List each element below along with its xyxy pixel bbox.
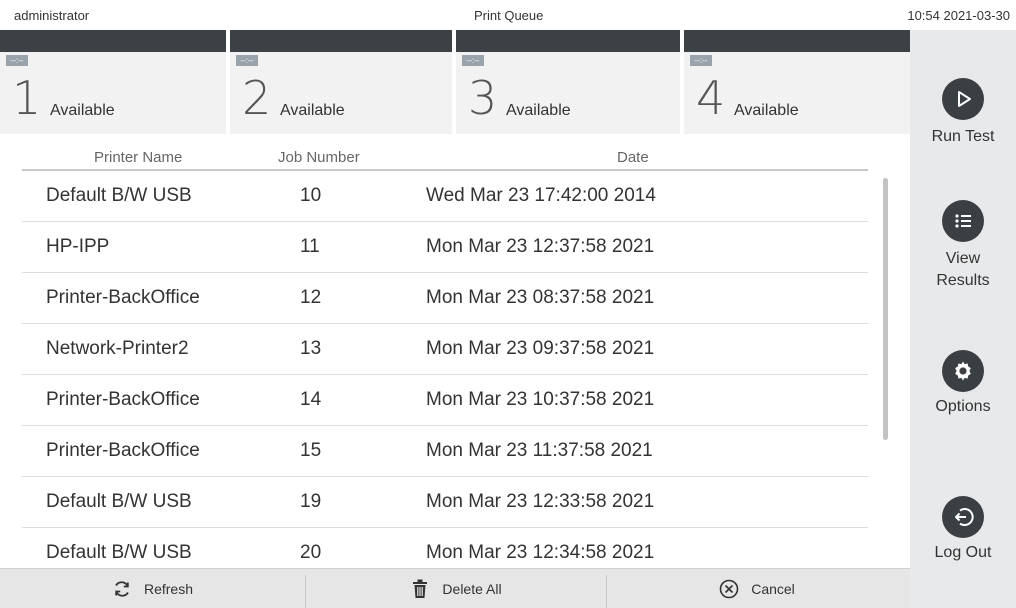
module-timer: --:-- bbox=[6, 55, 28, 66]
module-tab-3[interactable]: --:-- 3 Available bbox=[456, 30, 684, 134]
table-row[interactable]: Default B/W USB 19 Mon Mar 23 12:33:58 2… bbox=[22, 477, 868, 528]
play-icon bbox=[942, 78, 984, 120]
module-status: Available bbox=[734, 102, 799, 119]
printer-name-cell: Printer-BackOffice bbox=[46, 440, 200, 461]
printer-name-cell: Default B/W USB bbox=[46, 185, 192, 206]
status-bar: administrator Print Queue 10:54 2021-03-… bbox=[0, 0, 1016, 30]
log-out-label: Log Out bbox=[934, 544, 992, 561]
job-number-cell: 20 bbox=[300, 542, 322, 558]
table-scrollbar[interactable] bbox=[883, 178, 888, 440]
refresh-icon bbox=[112, 579, 132, 599]
date-cell: Wed Mar 23 17:42:00 2014 bbox=[426, 185, 656, 206]
module-status: Available bbox=[280, 102, 345, 119]
date-cell: Mon Mar 23 12:37:58 2021 bbox=[426, 236, 655, 257]
printer-name-cell: HP-IPP bbox=[46, 236, 110, 257]
list-icon bbox=[942, 200, 984, 242]
module-timer: --:-- bbox=[236, 55, 258, 66]
date-cell: Mon Mar 23 12:34:58 2021 bbox=[426, 542, 655, 558]
module-number: 1 bbox=[12, 71, 42, 125]
delete-all-button[interactable]: Delete All bbox=[306, 569, 606, 608]
module-strip bbox=[684, 30, 910, 52]
job-number-cell: 19 bbox=[300, 491, 322, 512]
module-status: Available bbox=[50, 102, 115, 119]
module-strip bbox=[230, 30, 452, 52]
current-user: administrator bbox=[14, 8, 90, 23]
delete-all-label: Delete All bbox=[442, 581, 502, 597]
table-row[interactable]: Default B/W USB 20 Mon Mar 23 12:34:58 2… bbox=[22, 528, 868, 558]
date-cell: Mon Mar 23 11:37:58 2021 bbox=[426, 440, 653, 461]
page-title: Print Queue bbox=[474, 8, 544, 23]
printer-name-cell: Default B/W USB bbox=[46, 542, 192, 558]
refresh-label: Refresh bbox=[143, 581, 194, 597]
column-header-printer-name[interactable]: Printer Name bbox=[94, 149, 182, 166]
log-out-button[interactable]: Log Out bbox=[910, 496, 1016, 564]
action-bar: Refresh Delete All Cancel bbox=[0, 568, 910, 608]
cancel-label: Cancel bbox=[751, 581, 795, 597]
module-timer: --:-- bbox=[690, 55, 712, 66]
job-number-cell: 13 bbox=[300, 338, 322, 359]
view-results-label: View Results bbox=[936, 250, 990, 289]
job-number-cell: 10 bbox=[300, 185, 322, 206]
sidebar: Run Test View Results Options Log Out bbox=[910, 30, 1016, 608]
clock: 10:54 2021-03-30 bbox=[907, 8, 1010, 23]
module-number: 4 bbox=[696, 71, 726, 125]
options-label: Options bbox=[935, 398, 991, 415]
module-number: 3 bbox=[468, 71, 498, 125]
gear-icon bbox=[942, 350, 984, 392]
module-bar: --:-- 1 Available --:-- 2 Available --:-… bbox=[0, 30, 910, 134]
date-cell: Mon Mar 23 12:33:58 2021 bbox=[426, 491, 655, 512]
table-row[interactable]: Default B/W USB 10 Wed Mar 23 17:42:00 2… bbox=[22, 171, 868, 222]
printer-name-cell: Network-Printer2 bbox=[46, 338, 189, 359]
run-test-label: Run Test bbox=[931, 128, 995, 145]
printer-name-cell: Printer-BackOffice bbox=[46, 389, 200, 410]
module-timer: --:-- bbox=[462, 55, 484, 66]
job-number-cell: 15 bbox=[300, 440, 322, 461]
job-number-cell: 11 bbox=[300, 236, 320, 257]
cancel-icon bbox=[719, 579, 739, 599]
date-cell: Mon Mar 23 08:37:58 2021 bbox=[426, 287, 655, 308]
table-header: Printer Name Job Number Date bbox=[22, 146, 868, 171]
table-row[interactable]: HP-IPP 11 Mon Mar 23 12:37:58 2021 bbox=[22, 222, 868, 273]
run-test-button[interactable]: Run Test bbox=[910, 78, 1016, 145]
job-number-cell: 12 bbox=[300, 287, 322, 308]
table-row[interactable]: Printer-BackOffice 12 Mon Mar 23 08:37:5… bbox=[22, 273, 868, 324]
printer-name-cell: Default B/W USB bbox=[46, 491, 192, 512]
date-cell: Mon Mar 23 10:37:58 2021 bbox=[426, 389, 655, 410]
table-row[interactable]: Printer-BackOffice 15 Mon Mar 23 11:37:5… bbox=[22, 426, 868, 477]
column-header-date[interactable]: Date bbox=[617, 149, 649, 166]
module-tab-1[interactable]: --:-- 1 Available bbox=[0, 30, 230, 134]
table-row[interactable]: Printer-BackOffice 14 Mon Mar 23 10:37:5… bbox=[22, 375, 868, 426]
column-header-job-number[interactable]: Job Number bbox=[278, 149, 360, 166]
table-row[interactable]: Network-Printer2 13 Mon Mar 23 09:37:58 … bbox=[22, 324, 868, 375]
options-button[interactable]: Options bbox=[910, 350, 1016, 418]
logout-icon bbox=[942, 496, 984, 538]
print-queue-table: Printer Name Job Number Date Default B/W… bbox=[22, 146, 868, 558]
module-tab-2[interactable]: --:-- 2 Available bbox=[230, 30, 456, 134]
date-cell: Mon Mar 23 09:37:58 2021 bbox=[426, 338, 655, 359]
trash-icon bbox=[410, 578, 430, 600]
module-strip bbox=[0, 30, 226, 52]
printer-name-cell: Printer-BackOffice bbox=[46, 287, 200, 308]
module-number: 2 bbox=[242, 71, 272, 125]
module-tab-4[interactable]: --:-- 4 Available bbox=[684, 30, 910, 134]
module-status: Available bbox=[506, 102, 571, 119]
module-strip bbox=[456, 30, 680, 52]
cancel-button[interactable]: Cancel bbox=[607, 569, 907, 608]
job-number-cell: 14 bbox=[300, 389, 322, 410]
refresh-button[interactable]: Refresh bbox=[0, 569, 305, 608]
view-results-button[interactable]: View Results bbox=[910, 200, 1016, 292]
